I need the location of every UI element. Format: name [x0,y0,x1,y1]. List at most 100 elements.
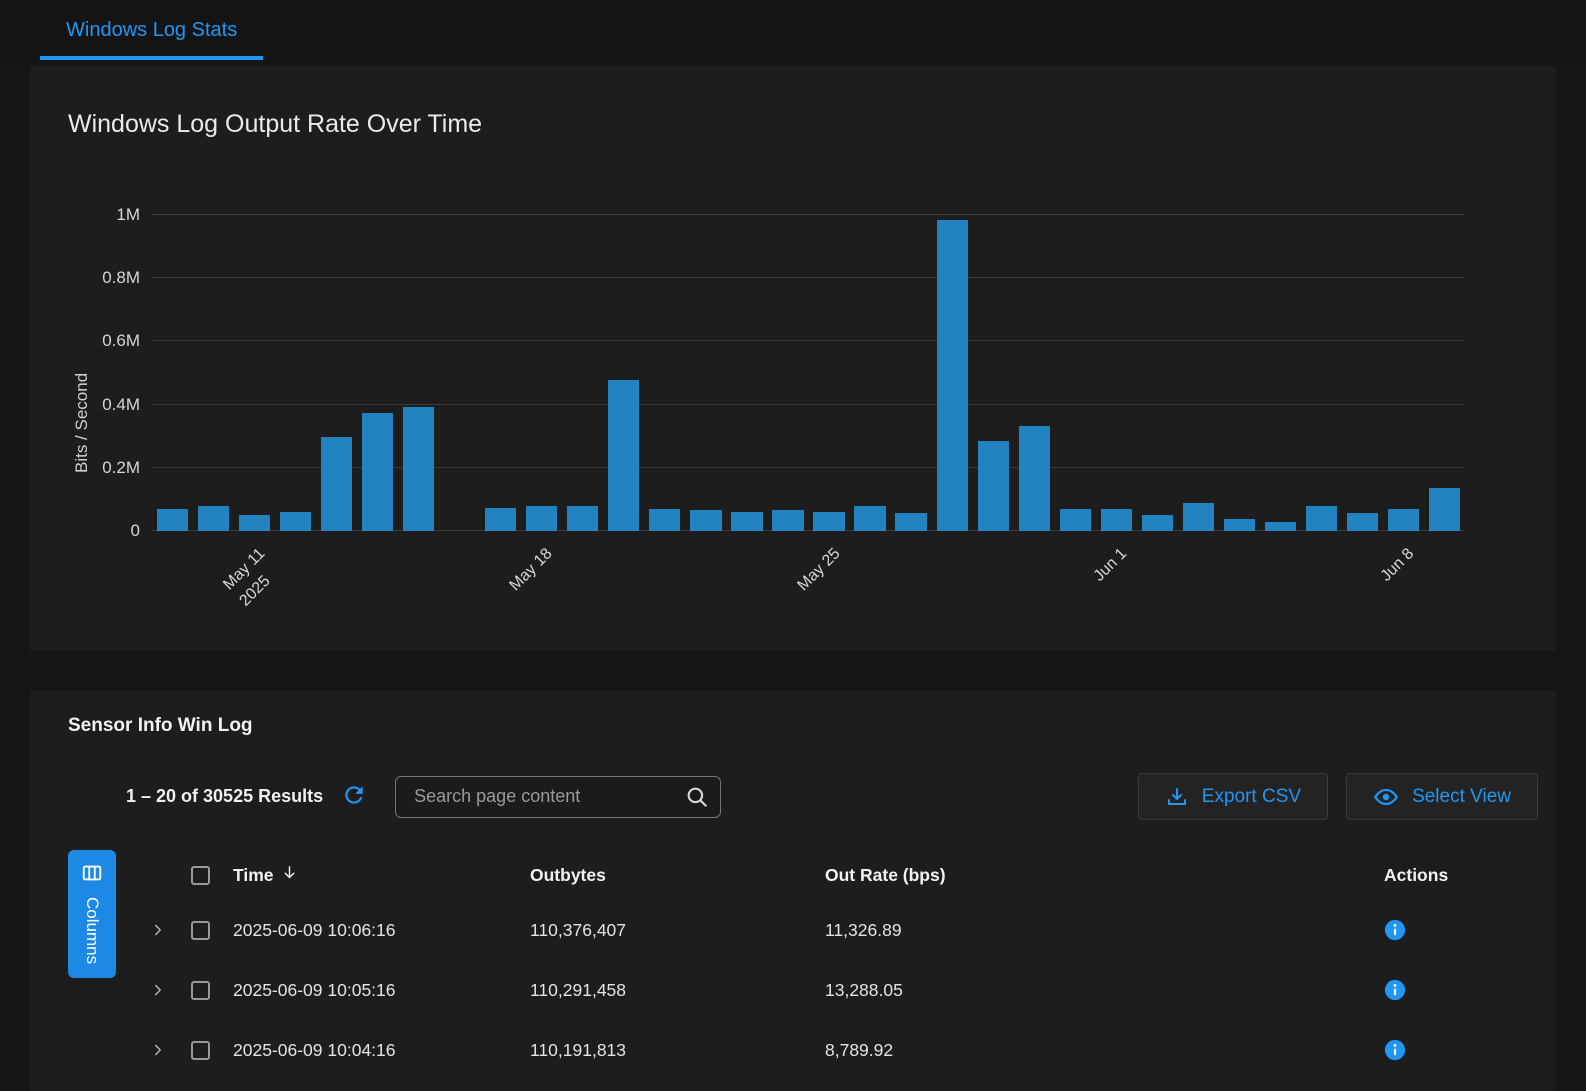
time-header-label: Time [233,865,274,886]
search-box [395,776,721,818]
outbytes-cell: 110,376,407 [524,920,819,941]
chart-bar[interactable] [854,506,885,531]
tab-bar: Windows Log Stats [0,0,1586,60]
row-checkbox[interactable] [191,1041,210,1060]
chart-bar[interactable] [321,437,352,531]
chart-bar[interactable] [362,413,393,532]
time-cell: 2025-06-09 10:04:16 [224,1040,524,1061]
chart-title: Windows Log Output Rate Over Time [68,110,1518,139]
column-header-outbytes[interactable]: Outbytes [524,865,819,886]
row-checkbox[interactable] [191,921,210,940]
chart-bar[interactable] [157,509,188,531]
y-tick-label: 0.2M [102,458,140,478]
column-header-actions: Actions [1368,865,1538,886]
export-csv-label: Export CSV [1202,786,1301,808]
chart-bar[interactable] [1101,509,1132,531]
bars [152,215,1465,531]
select-view-label: Select View [1412,786,1511,808]
expand-row-chevron-icon[interactable] [149,981,167,999]
tab-windows-log-stats[interactable]: Windows Log Stats [40,0,263,60]
table-row: 2025-06-09 10:04:16 110,191,813 8,789.92 [140,1020,1538,1080]
refresh-icon [341,782,367,811]
chart-bar[interactable] [1019,426,1050,531]
expand-row-chevron-icon[interactable] [149,921,167,939]
table-wrap: Columns Time Outbytes Out Rate (bps [68,850,1538,1080]
columns-button[interactable]: Columns [68,850,116,978]
download-icon [1165,785,1189,809]
x-tick-label: Jun 1 [1089,543,1133,587]
chart-bar[interactable] [978,441,1009,531]
chart-bar[interactable] [608,380,639,531]
time-cell: 2025-06-09 10:06:16 [224,920,524,941]
eye-icon [1373,784,1399,810]
chart-bar[interactable] [772,510,803,531]
chart-panel: Windows Log Output Rate Over Time Bits /… [30,66,1556,651]
out-rate-cell: 13,288.05 [819,980,1368,1001]
chart-bar[interactable] [1429,488,1460,531]
info-icon[interactable] [1384,979,1406,1001]
chart-bar[interactable] [731,512,762,531]
table-title: Sensor Info Win Log [68,715,1538,737]
chart-bar[interactable] [1224,519,1255,531]
chart-bar[interactable] [649,509,680,531]
x-tick-label: Jun 8 [1376,543,1420,587]
sort-desc-arrow-icon [281,864,298,886]
y-tick-label: 1M [116,205,140,225]
x-tick-label: May 25 [792,543,845,596]
results-count: 1 – 20 of 30525 Results [126,786,323,807]
info-icon[interactable] [1384,1039,1406,1061]
chart-bar[interactable] [526,506,557,531]
chart-bar[interactable] [1183,503,1214,531]
chart-bar[interactable] [567,506,598,531]
y-tick-label: 0.6M [102,331,140,351]
time-cell: 2025-06-09 10:05:16 [224,980,524,1001]
chart-bar[interactable] [198,506,229,531]
chart-bar[interactable] [690,510,721,531]
chart-bar[interactable] [403,407,434,531]
search-input[interactable] [412,785,684,808]
x-axis: May 112025May 18May 25Jun 1Jun 8 [152,531,1465,631]
out-rate-cell: 11,326.89 [819,920,1368,941]
chart-bar[interactable] [1347,513,1378,531]
table-panel: Sensor Info Win Log 1 – 20 of 30525 Resu… [30,691,1556,1091]
table-toolbar: 1 – 20 of 30525 Results Export CSV Selec… [68,773,1538,820]
chart-bar[interactable] [1388,509,1419,531]
chart-bar[interactable] [1306,506,1337,531]
chart-bar[interactable] [1265,522,1296,531]
outbytes-cell: 110,291,458 [524,980,819,1001]
table-header-row: Time Outbytes Out Rate (bps) Actions [140,850,1538,900]
export-csv-button[interactable]: Export CSV [1138,773,1328,820]
select-view-button[interactable]: Select View [1346,773,1538,820]
table-row: 2025-06-09 10:06:16 110,376,407 11,326.8… [140,900,1538,960]
chart-bar[interactable] [937,220,968,531]
plot-area: 00.2M0.4M0.6M0.8M1M [152,215,1465,531]
select-all-checkbox[interactable] [191,866,210,885]
chart-bar[interactable] [280,512,311,531]
y-axis-title: Bits / Second [68,215,96,631]
refresh-button[interactable] [339,782,369,812]
chart-bar[interactable] [485,508,516,531]
table-row: 2025-06-09 10:05:16 110,291,458 13,288.0… [140,960,1538,1020]
table-body: 2025-06-09 10:06:16 110,376,407 11,326.8… [140,900,1538,1080]
row-checkbox[interactable] [191,981,210,1000]
outbytes-cell: 110,191,813 [524,1040,819,1061]
chart-bar[interactable] [239,515,270,531]
column-header-time[interactable]: Time [233,864,298,886]
y-tick-label: 0 [131,521,140,541]
column-header-out-rate[interactable]: Out Rate (bps) [819,865,1368,886]
y-tick-label: 0.8M [102,268,140,288]
data-table: Time Outbytes Out Rate (bps) Actions 202… [140,850,1538,1080]
chart-bar[interactable] [895,513,926,531]
info-icon[interactable] [1384,919,1406,941]
columns-label: Columns [82,897,102,964]
x-tick-label: May 112025 [218,543,287,612]
out-rate-cell: 8,789.92 [819,1040,1368,1061]
y-tick-label: 0.4M [102,395,140,415]
log-rate-chart: Bits / Second 00.2M0.4M0.6M0.8M1M May 11… [68,215,1518,631]
columns-icon [81,862,103,887]
chart-bar[interactable] [1142,515,1173,531]
chart-bar[interactable] [813,512,844,531]
chart-bar[interactable] [1060,509,1091,531]
search-icon[interactable] [684,784,710,810]
expand-row-chevron-icon[interactable] [149,1041,167,1059]
